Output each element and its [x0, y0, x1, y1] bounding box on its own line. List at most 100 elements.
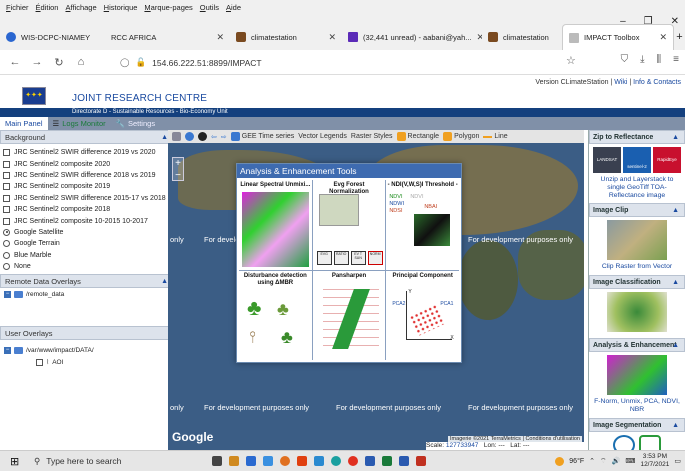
tab-climatestation-1[interactable]: climatestation ✕	[230, 24, 342, 50]
background-header[interactable]: Background ▲	[0, 130, 175, 144]
forward-icon[interactable]: →	[26, 56, 48, 68]
forward-arrow-icon[interactable]: ⇨	[221, 133, 227, 141]
back-arrow-icon[interactable]: ⇦	[211, 133, 217, 141]
aoi-checkbox[interactable]	[36, 358, 43, 366]
section-header[interactable]: Image Classification ▲	[589, 275, 685, 289]
layer-checkbox[interactable]	[3, 160, 10, 168]
zoom-in-button[interactable]: +	[173, 158, 183, 170]
menu-file[interactable]: Fichier	[6, 3, 29, 12]
collapse-tree-icon[interactable]: −	[4, 290, 11, 298]
menu-icon[interactable]: ≡	[673, 54, 679, 65]
tab-wis-dcpc[interactable]: WIS-DCPC-NIAMEY	[0, 24, 105, 50]
layer-item[interactable]: JRC Sentinel2 composite 2020	[0, 158, 175, 169]
section-header[interactable]: Image Clip ▲	[589, 203, 685, 217]
bookmark-star-icon[interactable]: ☆	[566, 54, 576, 67]
collapse-tree-icon[interactable]: −	[4, 346, 11, 354]
tool-ndi-threshold[interactable]: - NDI(V,W,S)I Threshold - NDVI NDWI NDSI…	[386, 180, 459, 270]
outlook-icon[interactable]	[314, 456, 324, 466]
rectangle-button[interactable]: Rectangle	[396, 132, 439, 141]
maximize-icon[interactable]: ❐	[644, 16, 653, 27]
clock[interactable]: 3:53 PM 12/7/2021	[640, 453, 669, 469]
globe-icon[interactable]	[198, 132, 207, 141]
pan-icon[interactable]	[172, 132, 181, 141]
collapse-icon[interactable]: ▲	[161, 275, 168, 288]
tab-settings[interactable]: 🔧 Settings	[111, 117, 160, 130]
close-tab-icon[interactable]: ✕	[328, 32, 336, 43]
pocket-icon[interactable]: ⛉	[621, 54, 629, 65]
layer-item[interactable]: JRC Sentinel2 composite 2018	[0, 204, 175, 215]
section-header[interactable]: Image Segmentation ▲	[589, 418, 685, 432]
store-icon[interactable]	[246, 456, 256, 466]
polygon-button[interactable]: Polygon	[443, 132, 479, 141]
notification-icon[interactable]: ▭	[674, 457, 681, 465]
tab-logs-monitor[interactable]: ☰ Logs Monitor	[48, 117, 111, 130]
basemap-item[interactable]: Google Satellite	[0, 227, 175, 238]
gee-timeseries-button[interactable]: GEE Time series	[230, 132, 294, 141]
analysis-thumb[interactable]	[607, 355, 667, 395]
menu-bookmarks[interactable]: Marque-pages	[144, 3, 192, 12]
classification-thumb[interactable]	[607, 292, 667, 332]
basemap-radio[interactable]	[3, 251, 10, 259]
tool-principal-component[interactable]: Principal Component Y X PCA2 PCA1	[386, 270, 459, 360]
layer-checkbox[interactable]	[3, 194, 10, 202]
vector-legends-button[interactable]: Vector Legends	[298, 133, 347, 140]
weather-icon[interactable]	[555, 456, 565, 466]
section-header[interactable]: Analysis & Enhancement ▲	[589, 338, 685, 352]
keyboard-icon[interactable]: ⌨	[625, 457, 635, 465]
home-icon[interactable]: ⌂	[70, 56, 92, 68]
basemap-radio[interactable]	[3, 228, 10, 236]
volume-icon[interactable]: 🔊	[612, 457, 621, 465]
excel-icon[interactable]	[382, 456, 392, 466]
layer-checkbox[interactable]	[3, 149, 10, 157]
basemap-radio[interactable]	[3, 240, 10, 248]
mail-app-icon[interactable]	[263, 456, 273, 466]
opera-icon[interactable]	[348, 456, 358, 466]
tab-mail[interactable]: (32,441 unread) - aabani@yah... ✕	[342, 24, 482, 50]
info-link[interactable]: Info & Contacts	[633, 79, 681, 86]
collapse-icon[interactable]: ▲	[672, 419, 679, 432]
layer-checkbox[interactable]	[3, 206, 10, 214]
zip-thumb[interactable]: LANDSAT sentinel-2 RapidEye	[589, 147, 685, 173]
word-icon[interactable]	[365, 456, 375, 466]
back-icon[interactable]: ←	[4, 56, 26, 68]
layer-item[interactable]: JRC Sentinel2 composite 10-2015 10-2017	[0, 215, 175, 226]
edge-icon[interactable]	[331, 456, 341, 466]
windows-start-icon[interactable]: ⊞	[10, 455, 19, 468]
remote-folder[interactable]: − /remote_data	[0, 288, 175, 300]
pdf-icon[interactable]	[416, 456, 426, 466]
basemap-radio[interactable]	[3, 263, 10, 271]
raster-styles-button[interactable]: Raster Styles	[351, 133, 393, 140]
collapse-icon[interactable]: ▲	[161, 131, 168, 144]
tool-evg-forest-normalization[interactable]: Evg Forest Normalization EVG RATIO EV T …	[312, 180, 386, 270]
layer-item[interactable]: JRC Sentinel2 SWIR difference 2019 vs 20…	[0, 147, 175, 158]
user-folder[interactable]: − /var/www/impact/DATA/	[0, 344, 175, 356]
menu-history[interactable]: Historique	[104, 3, 138, 12]
reload-icon[interactable]: ↻	[48, 56, 70, 69]
layer-checkbox[interactable]	[3, 217, 10, 225]
clip-thumb[interactable]	[607, 220, 667, 260]
close-tab-icon[interactable]: ✕	[659, 32, 667, 43]
download-icon[interactable]: ⤓	[640, 54, 644, 65]
tool-pansharpen[interactable]: Pansharpen	[312, 270, 386, 360]
firefox-icon[interactable]	[280, 456, 290, 466]
wiki-link[interactable]: Wiki	[614, 79, 627, 86]
close-window-icon[interactable]: ✕	[671, 16, 679, 27]
explorer-icon[interactable]	[229, 456, 239, 466]
tab-main-panel[interactable]: Main Panel	[0, 117, 48, 130]
tool-disturbance-detection[interactable]: Disturbance detection using ΔMBR ♣ ♣ ⫯ ♣	[239, 270, 312, 360]
user-overlays-header[interactable]: User Overlays	[0, 326, 175, 341]
tab-climatestation-2[interactable]: climatestation	[482, 24, 562, 50]
menu-help[interactable]: Aide	[226, 3, 241, 12]
menu-view[interactable]: Affichage	[65, 3, 96, 12]
basemap-item[interactable]: Blue Marble	[0, 250, 175, 261]
menu-edit[interactable]: Édition	[36, 3, 59, 12]
library-icon[interactable]: ⫼	[657, 54, 662, 65]
collapse-icon[interactable]: ▲	[672, 204, 679, 217]
tab-rcc-africa[interactable]: RCC AFRICA ✕	[105, 24, 230, 50]
line-button[interactable]: Line	[483, 133, 508, 140]
collapse-icon[interactable]: ▲	[672, 131, 679, 144]
layer-checkbox[interactable]	[3, 183, 10, 191]
network-icon[interactable]: ⌔	[600, 457, 607, 466]
info-icon[interactable]	[185, 132, 194, 141]
menu-tools[interactable]: Outils	[200, 3, 219, 12]
